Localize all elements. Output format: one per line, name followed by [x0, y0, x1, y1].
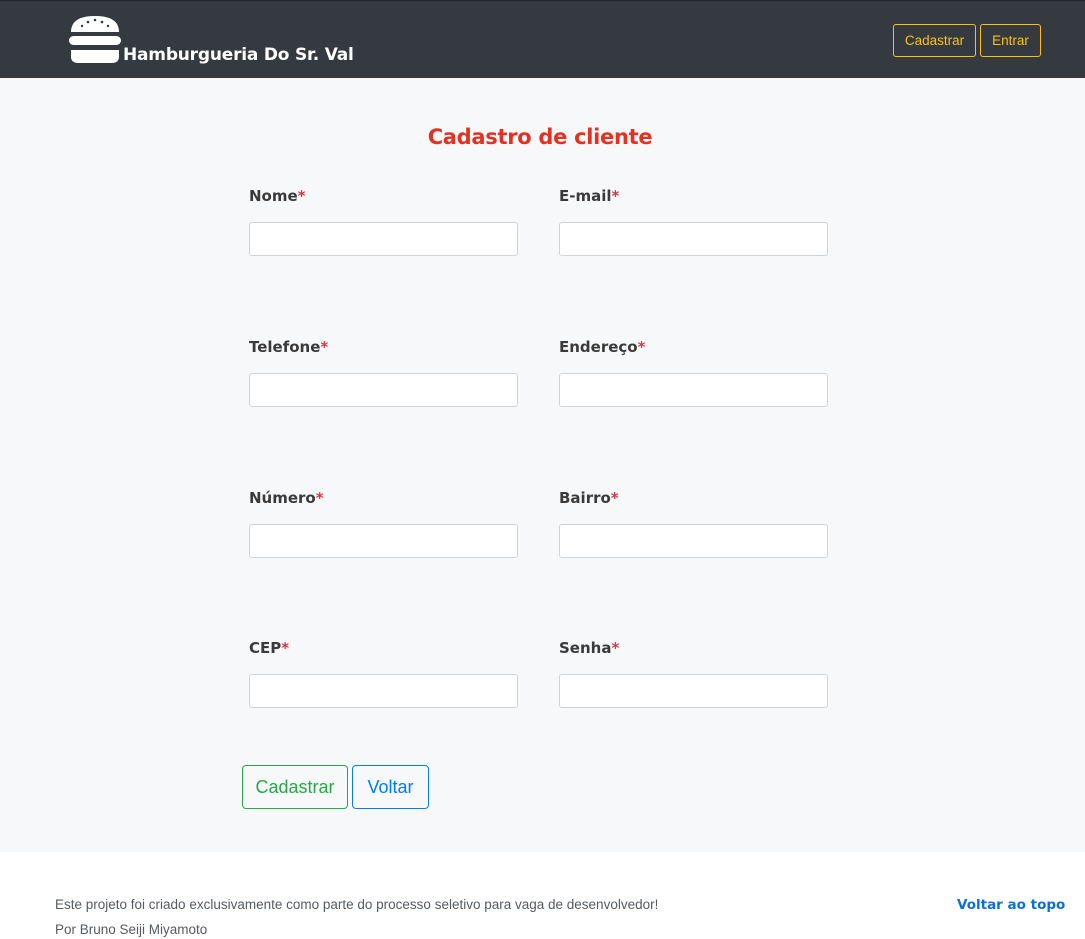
field-label: Bairro* [559, 489, 619, 507]
burger-icon [68, 15, 122, 65]
endereco-input[interactable] [559, 373, 828, 407]
cep-input[interactable] [249, 674, 518, 708]
login-nav-button[interactable]: Entrar [980, 24, 1041, 57]
field-email: E-mail* [559, 185, 828, 256]
field-bairro: Bairro* [559, 487, 828, 558]
senha-input[interactable] [559, 674, 828, 708]
brand-name: Hamburgueria Do Sr. Val [123, 45, 354, 65]
signup-nav-button[interactable]: Cadastrar [893, 24, 976, 57]
footer-author: Por Bruno Seiji Miyamoto [55, 922, 208, 937]
numero-input[interactable] [249, 524, 518, 558]
field-label: Telefone* [249, 338, 329, 356]
back-button[interactable]: Voltar [352, 765, 429, 809]
field-senha: Senha* [559, 637, 828, 708]
email-input[interactable] [559, 222, 828, 256]
field-telefone: Telefone* [249, 336, 518, 407]
field-label: Nome* [249, 187, 306, 205]
bairro-input[interactable] [559, 524, 828, 558]
main-content: Cadastro de cliente Nome* E-mail* Telefo… [0, 78, 1085, 852]
field-endereco: Endereço* [559, 336, 828, 407]
field-nome: Nome* [249, 185, 518, 256]
field-cep: CEP* [249, 637, 518, 708]
field-label: Endereço* [559, 338, 646, 356]
field-label: E-mail* [559, 187, 620, 205]
field-label: Senha* [559, 639, 620, 657]
submit-button[interactable]: Cadastrar [242, 765, 348, 809]
field-numero: Número* [249, 487, 518, 558]
telefone-input[interactable] [249, 373, 518, 407]
nome-input[interactable] [249, 222, 518, 256]
navbar: Hamburgueria Do Sr. Val Cadastrar Entrar [0, 0, 1085, 78]
footer-disclaimer: Este projeto foi criado exclusivamente c… [55, 897, 659, 912]
brand[interactable]: Hamburgueria Do Sr. Val [68, 15, 354, 65]
back-to-top-link[interactable]: Voltar ao topo [957, 897, 1065, 913]
field-label: Número* [249, 489, 324, 507]
form-title: Cadastro de cliente [427, 125, 653, 149]
field-label: CEP* [249, 639, 290, 657]
